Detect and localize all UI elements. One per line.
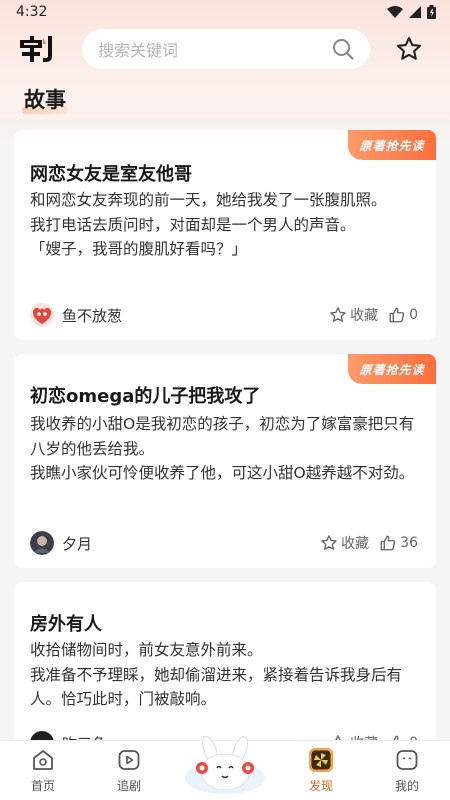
story-excerpt-line: 我打电话去质问时，对面却是一个男人的声音。 <box>30 215 356 234</box>
like-button[interactable]: 36 <box>379 534 418 552</box>
collect-button[interactable]: 收藏 <box>320 533 369 553</box>
nav-label: 追剧 <box>116 779 141 793</box>
story-excerpt: 收拾储物间时，前女友意外前来。 我准备不予理睬，她却偷溜进来，紧接着告诉我身后有… <box>30 638 415 712</box>
profile-icon <box>396 750 418 770</box>
author-avatar-image <box>30 303 54 327</box>
story-excerpt-line: 我准备不予理睬，她却偷溜进来，紧接着告诉我身后有人。恰巧此时，门被敲响。 <box>30 665 403 709</box>
star-outline-icon <box>330 307 346 322</box>
app-logo-mark <box>20 36 52 62</box>
story-actions: 收藏 0 <box>329 305 418 325</box>
search-input[interactable]: 搜索关键词 <box>82 29 370 69</box>
nav-item-profile[interactable]: 我的 <box>372 747 442 794</box>
story-title: 房外有人 <box>30 614 102 635</box>
nav-label: 发现 <box>308 779 333 793</box>
author[interactable]: 鱼不放葱 <box>30 303 122 327</box>
author-name: 鱼不放葱 <box>62 306 123 325</box>
star-outline-icon <box>321 535 337 550</box>
signal-icon <box>409 6 421 18</box>
pinwheel-icon <box>309 748 333 772</box>
collect-label: 收藏 <box>350 308 379 324</box>
story-title: 初恋omega的儿子把我攻了 <box>30 386 261 407</box>
nav-item-drama[interactable]: 追剧 <box>94 747 164 794</box>
nav-item-home[interactable]: 首页 <box>8 747 78 794</box>
preview-badge: 原著抢先读 <box>348 130 436 160</box>
author-name: 夕月 <box>62 534 93 553</box>
status-bar: 4:32 <box>0 0 450 24</box>
author[interactable]: 夕月 <box>30 531 92 555</box>
story-excerpt-line: 「嫂子，我哥的腹肌好看吗？」 <box>30 240 248 258</box>
app-logo <box>16 32 60 66</box>
nav-mascot[interactable] <box>180 734 270 794</box>
story-actions: 收藏 36 <box>320 533 418 553</box>
collect-label: 收藏 <box>341 536 370 552</box>
bottom-nav: 首页 追剧 发现 我的 <box>0 736 450 800</box>
nav-item-discover[interactable]: 发现 <box>286 747 356 794</box>
avatar <box>30 531 54 555</box>
story-excerpt-line: 和网恋女友奔现的前一天，她给我发了一张腹肌照。 <box>30 191 387 209</box>
story-footer: 鱼不放葱 收藏 0 <box>30 302 418 328</box>
story-card[interactable]: 原著抢先读 网恋女友是室友他哥 和网恋女友奔现的前一天，她给我发了一张腹肌照。 … <box>14 130 436 340</box>
like-button[interactable]: 0 <box>388 306 418 324</box>
thumbs-up-icon <box>380 535 396 551</box>
search-placeholder: 搜索关键词 <box>98 41 179 60</box>
app-header: 搜索关键词 <box>0 26 450 72</box>
story-footer: 夕月 收藏 36 <box>30 530 418 556</box>
home-icon <box>33 750 53 770</box>
story-title: 网恋女友是室友他哥 <box>30 164 192 185</box>
star-icon <box>396 36 422 60</box>
story-excerpt: 和网恋女友奔现的前一天，她给我发了一张腹肌照。 我打电话去质问时，对面却是一个男… <box>30 188 415 262</box>
battery-icon <box>427 5 436 19</box>
like-count: 0 <box>409 307 418 323</box>
bunny-mascot-icon <box>185 736 265 794</box>
play-icon <box>118 750 140 770</box>
story-excerpt: 我收养的小甜O是我初恋的孩子，初恋为了嫁富豪把只有八岁的他丢给我。 我瞧小家伙可… <box>30 412 415 486</box>
story-card[interactable]: 原著抢先读 初恋omega的儿子把我攻了 我收养的小甜O是我初恋的孩子，初恋为了… <box>14 354 436 568</box>
nav-label: 我的 <box>394 779 419 793</box>
collect-button[interactable]: 收藏 <box>329 305 378 325</box>
avatar <box>30 303 54 327</box>
story-excerpt-line: 我收养的小甜O是我初恋的孩子，初恋为了嫁富豪把只有八岁的他丢给我。 <box>30 415 415 458</box>
section-title: 故事 <box>24 88 66 112</box>
wifi-icon <box>387 6 403 18</box>
favorites-button[interactable] <box>394 34 424 64</box>
nav-label: 首页 <box>30 779 55 793</box>
status-time: 4:32 <box>16 4 48 20</box>
story-excerpt-line: 收拾储物间时，前女友意外前来。 <box>30 641 263 659</box>
story-excerpt-line: 我瞧小家伙可怜便收养了他，可这小甜O越养越不对劲。 <box>30 464 415 482</box>
search-icon <box>333 39 354 60</box>
author-avatar-image <box>30 531 54 555</box>
preview-badge: 原著抢先读 <box>348 354 436 384</box>
like-count: 36 <box>400 535 418 551</box>
thumbs-up-icon <box>389 307 405 323</box>
